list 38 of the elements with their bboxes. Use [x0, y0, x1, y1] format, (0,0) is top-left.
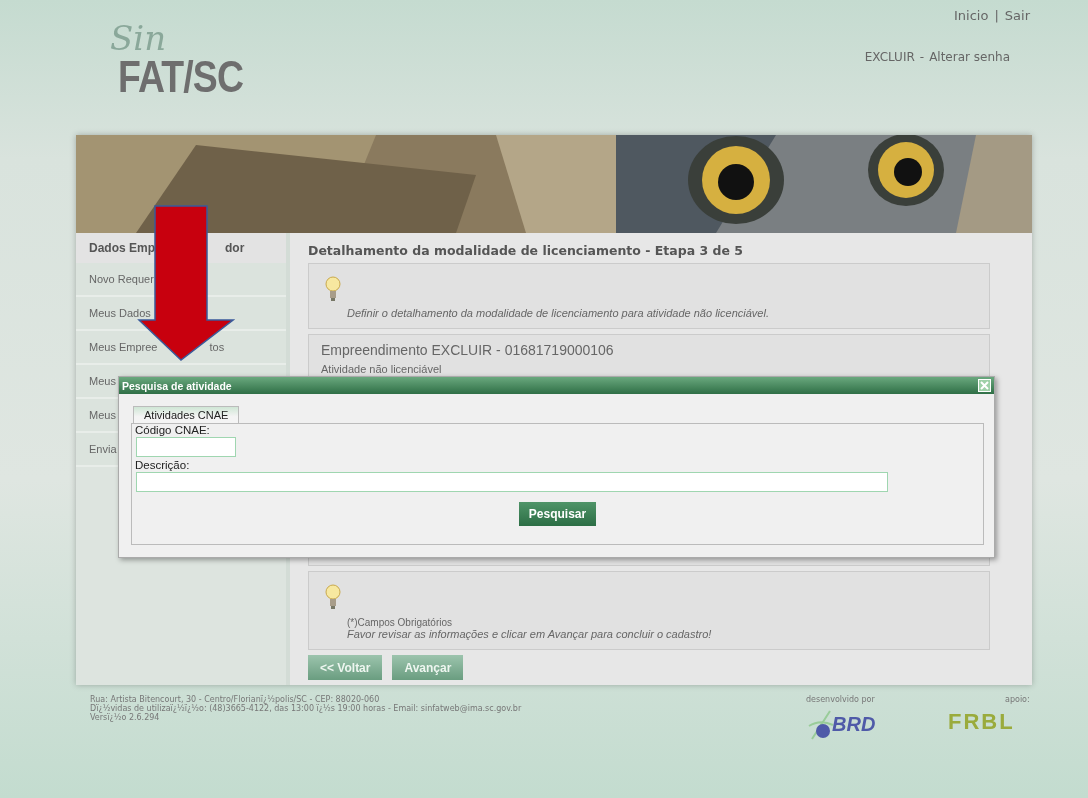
sidebar-link[interactable]: Novo Requer [89, 273, 154, 285]
search-button[interactable]: Pesquisar [518, 502, 597, 526]
sidebar-link[interactable]: Envia [89, 443, 117, 455]
frbl-logo-text: FRBL [948, 709, 1015, 735]
sidebar-link[interactable]: tos [209, 341, 225, 353]
support-label: apoio: [1005, 695, 1030, 704]
logout-link[interactable]: Sair [1004, 8, 1030, 23]
sidebar-link[interactable]: Meus Empree [89, 341, 158, 353]
close-icon[interactable] [978, 379, 991, 392]
sidebar-link[interactable]: Meus [89, 409, 116, 421]
input-field[interactable] [136, 437, 236, 457]
brd-logo-text: BRD [832, 713, 876, 736]
separator: | [994, 8, 999, 23]
developer-label: desenvolvido por [806, 695, 875, 704]
page-heading: Detalhamento da modalidade de licenciamento - Etapa 3 de 5 [308, 243, 744, 258]
field-label: Descrição: [135, 459, 191, 471]
lightbulb-icon [325, 276, 341, 302]
change-password-link[interactable]: Alterar senha [929, 50, 1010, 64]
separator: - [919, 50, 925, 64]
user-name: EXCLUIR [864, 50, 915, 64]
enterprise-title: Empreendimento EXCLUIR - 01681719000106 [321, 342, 615, 358]
tab[interactable]: Atividades CNAE [133, 406, 240, 423]
brd-logo-icon [808, 710, 834, 740]
hint-text: Definir o detalhamento da modalidade de licenciamento para atividade não licenciável. [347, 307, 769, 319]
sidebar-title: dor [225, 241, 245, 255]
dialog-title: Pesquisa de atividade [122, 379, 232, 392]
footer-text: Rua: Artista Bitencourt, 30 - Centro/Florianï¿½polis/SC - CEP: 88020-060 [90, 695, 380, 704]
sidebar-link[interactable]: Meus Dados [89, 307, 151, 319]
sidebar-link[interactable]: Meus [89, 375, 116, 387]
input-field[interactable] [136, 472, 888, 492]
footer-text: Versï¿½o 2.6.294 [90, 713, 160, 722]
footer-text: Dï¿½vidas de utilizaï¿½ï¿½o: (48)3665-4122, das 13:00 ï¿½s 19:00 horas - Email: sinfatweb@ima.sc.gov.br [90, 704, 522, 713]
required-note: (*)Campos Obrigatórios [347, 617, 454, 628]
review-hint: Favor revisar as informações e clicar em Avançar para concluir o cadastro! [347, 628, 712, 640]
home-link[interactable]: Inicio [954, 8, 989, 23]
field-label: Código CNAE: [135, 424, 211, 436]
activity-label: Atividade não licenciável [321, 363, 443, 376]
lightbulb-icon [325, 584, 341, 610]
